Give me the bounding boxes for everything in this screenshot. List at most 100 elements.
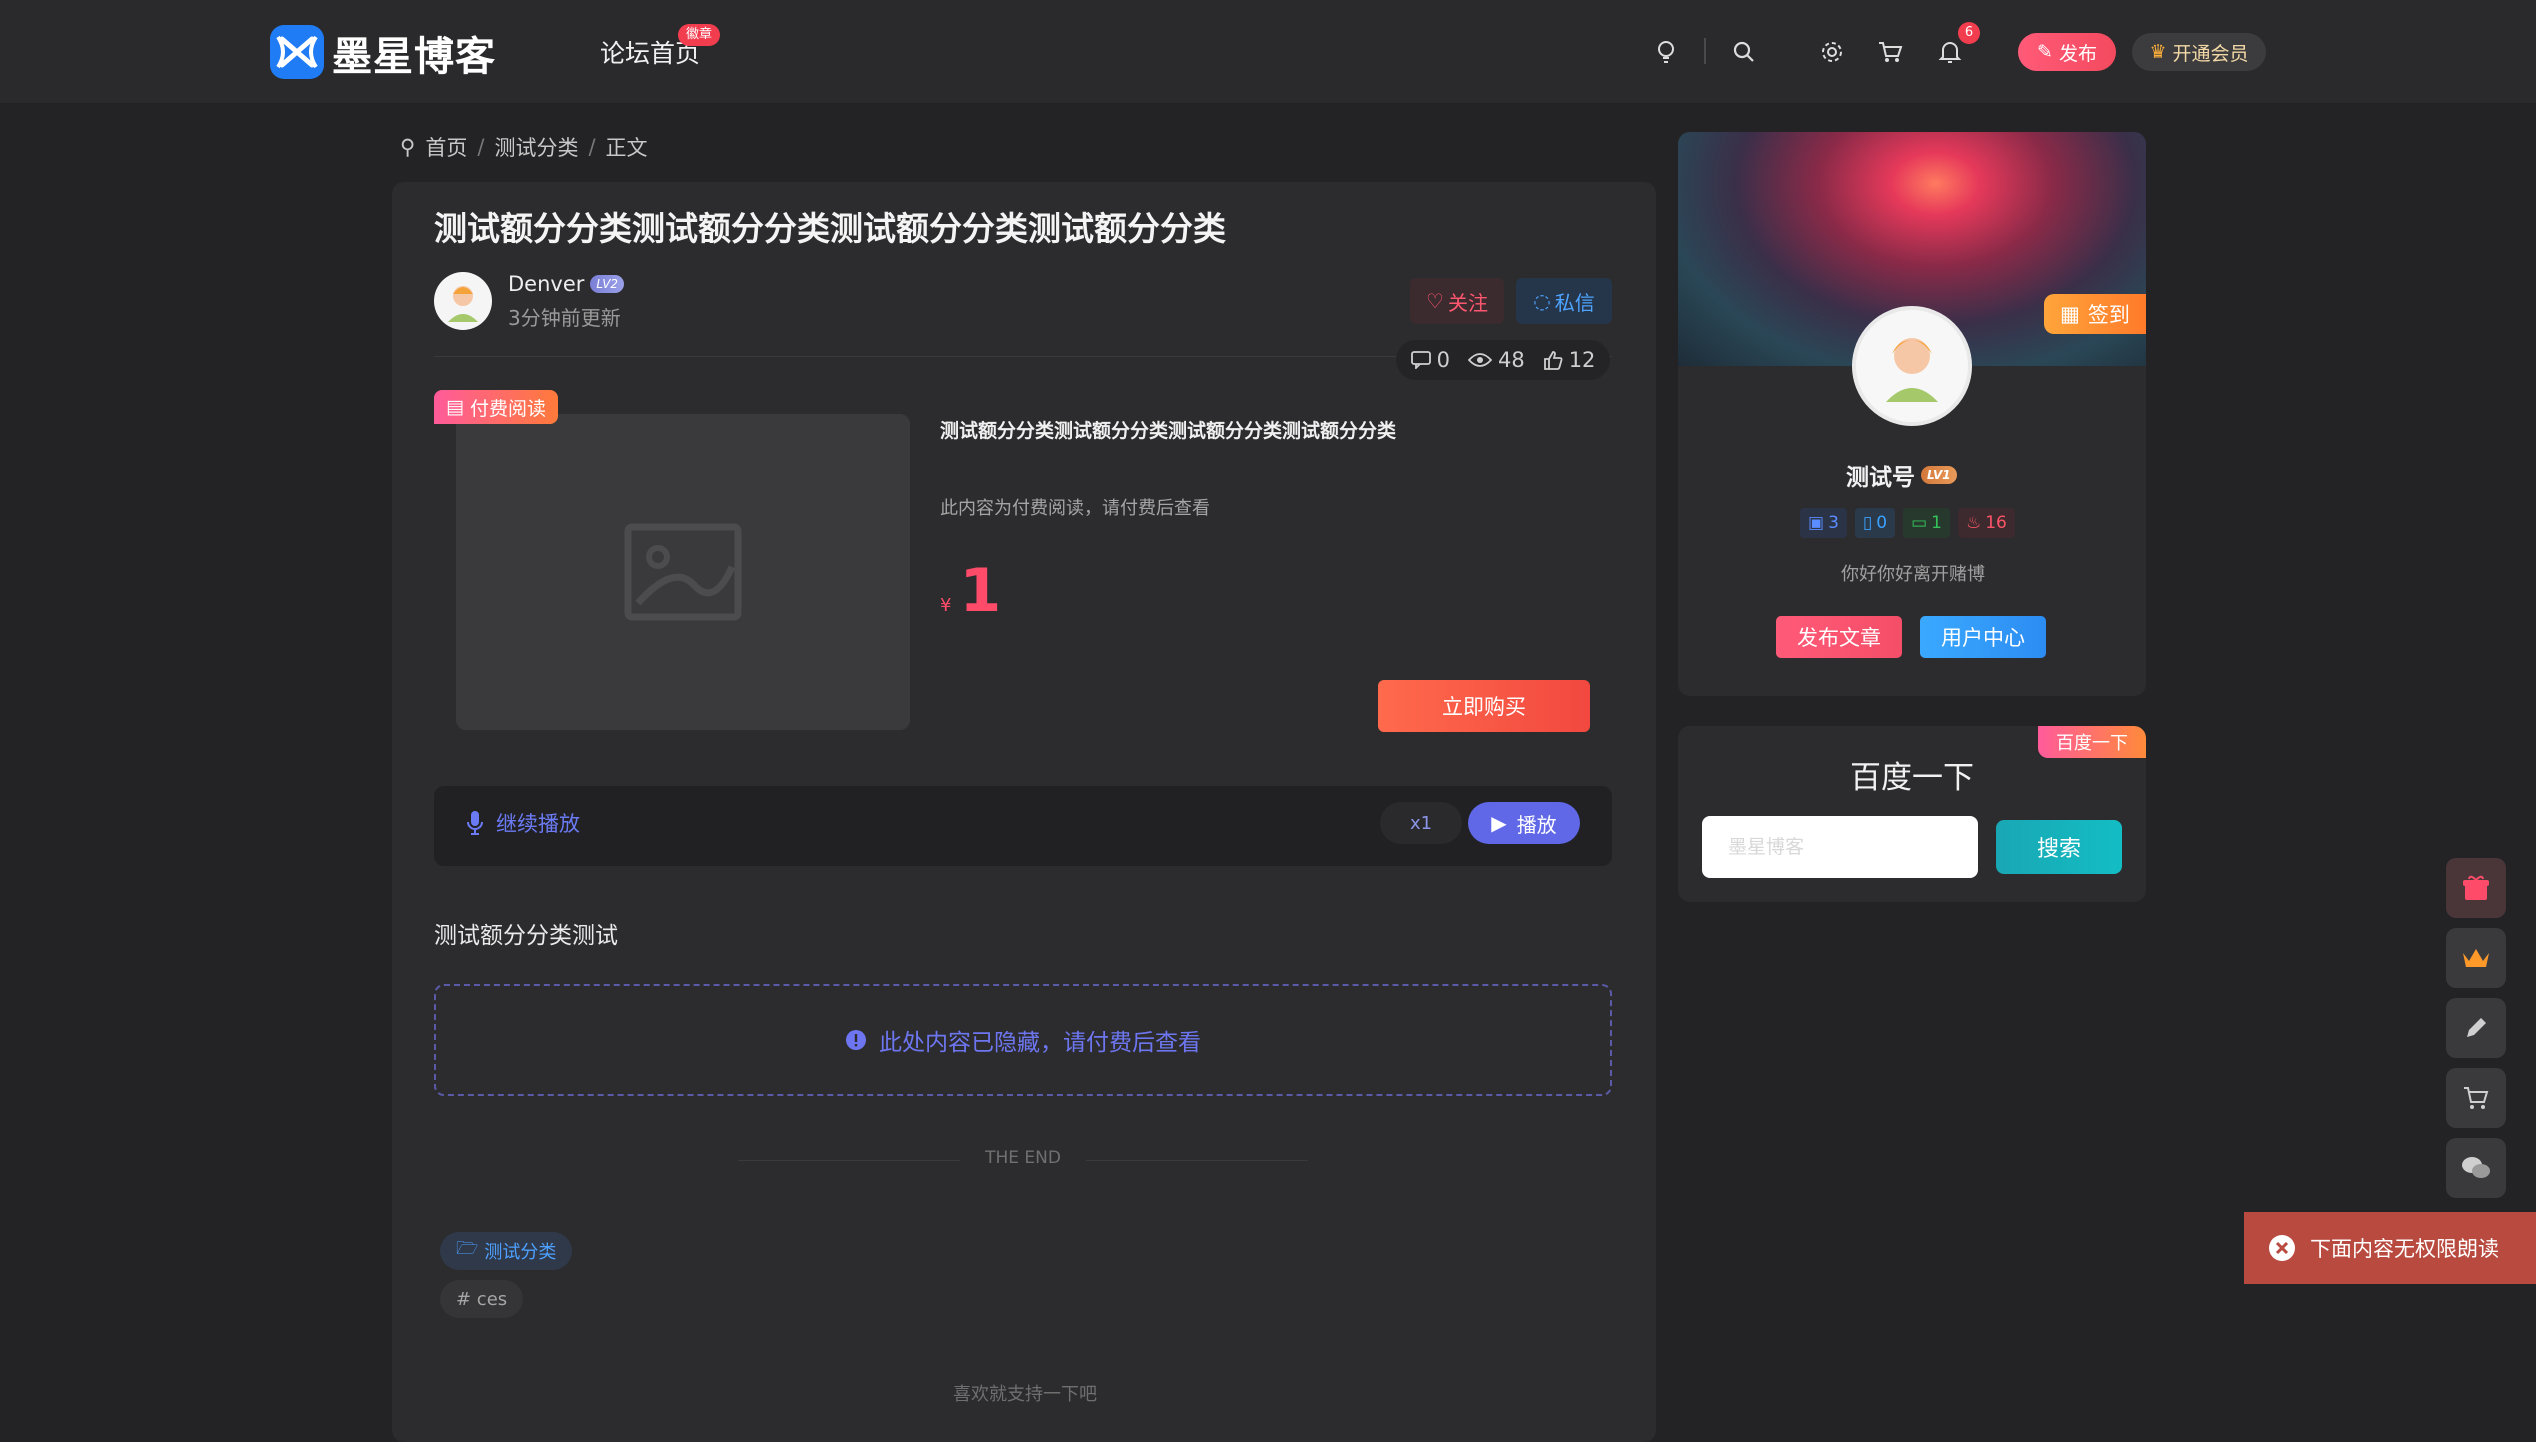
support-text: 喜欢就支持一下吧: [953, 1384, 1097, 1405]
author-name[interactable]: Denver LV2: [508, 272, 625, 296]
profile-level-badge: LV1: [1921, 466, 1957, 484]
eye-icon: [1467, 353, 1492, 367]
edit-float-button[interactable]: [2446, 998, 2506, 1058]
stat-posts: ▯ 0: [1854, 508, 1896, 538]
playback-speed[interactable]: x1: [1380, 802, 1462, 844]
breadcrumb-separator: /: [588, 135, 596, 159]
checkin-label: 签到: [2087, 303, 2130, 327]
cart-icon[interactable]: [1872, 34, 1908, 70]
profile-stats: ▣ 3 ▯ 0 ▭ 1 ♨ 16: [1800, 508, 2015, 538]
wechat-float-button[interactable]: [2446, 1138, 2506, 1198]
profile-motto: 你好你好离开赌博: [1841, 564, 1985, 585]
vip-label: 开通会员: [2172, 42, 2249, 65]
chat-icon: ◌: [1533, 289, 1551, 313]
end-label: THE END: [960, 1148, 1086, 1168]
breadcrumb-category[interactable]: 测试分类: [494, 132, 578, 162]
toast-text: 下面内容无权限朗读: [2310, 1237, 2499, 1261]
paid-read-label: 付费阅读: [469, 397, 546, 420]
document-icon: ▯: [1862, 513, 1873, 533]
pencil-icon: [2467, 1018, 2486, 1037]
paid-thumbnail: [456, 414, 910, 730]
breadcrumb-separator: /: [477, 135, 485, 159]
paid-title: 测试额分分类测试额分分类测试额分分类测试额分分类: [940, 420, 1397, 442]
search-icon[interactable]: [1726, 34, 1762, 70]
logo-icon[interactable]: [270, 25, 324, 79]
settings-icon[interactable]: [1814, 34, 1850, 70]
stat-posts-value: 0: [1876, 513, 1888, 533]
play-button[interactable]: ▶ 播放: [1468, 802, 1580, 844]
stat-hot: ♨ 16: [1957, 508, 2015, 538]
write-post-button[interactable]: 发布文章: [1776, 616, 1902, 658]
comment-icon: [1410, 351, 1431, 369]
nav-badge: 徽章: [678, 24, 721, 46]
paid-read-tag: ▤ 付费阅读: [434, 390, 558, 424]
like-count: 12: [1568, 348, 1596, 372]
wechat-icon: [2462, 1157, 2490, 1178]
location-icon: ⚲: [400, 135, 416, 159]
hidden-content-notice: 此处内容已隐藏，请付费后查看: [434, 984, 1612, 1096]
bulb-icon[interactable]: [1648, 34, 1684, 70]
breadcrumb-home[interactable]: 首页: [425, 132, 467, 162]
hash-tag[interactable]: # ces: [440, 1280, 524, 1318]
header-divider: [1704, 38, 1706, 64]
category-tag[interactable]: 🗁 测试分类: [440, 1232, 573, 1270]
stat-comments: ▣ 3: [1800, 508, 1847, 538]
play-icon: ▶: [1491, 811, 1507, 835]
post-updated-time: 3分钟前更新: [508, 306, 621, 330]
profile-avatar[interactable]: [1852, 306, 1972, 426]
play-label: 播放: [1516, 812, 1557, 837]
image-placeholder-icon: [624, 523, 742, 621]
pencil-icon: ✎: [2037, 41, 2053, 63]
cart-icon: [2464, 1087, 2489, 1109]
message-button[interactable]: ◌ 私信: [1516, 278, 1612, 324]
search-button[interactable]: 搜索: [1996, 820, 2122, 874]
stat-messages: ▭ 1: [1903, 508, 1950, 538]
follow-label: 关注: [1447, 290, 1488, 315]
continue-play-label: 继续播放: [496, 812, 580, 836]
gift-icon: [2463, 875, 2489, 900]
search-input[interactable]: [1702, 816, 1978, 878]
like-stat[interactable]: 12: [1543, 348, 1596, 372]
folder-icon: 🗁: [456, 1238, 479, 1259]
author-avatar[interactable]: [434, 272, 492, 330]
hidden-notice-text: 此处内容已隐藏，请付费后查看: [879, 1030, 1201, 1056]
publish-button[interactable]: ✎ 发布: [2018, 33, 2116, 71]
view-stat: 48: [1467, 348, 1525, 372]
breadcrumb-current: 正文: [605, 136, 648, 160]
calendar-icon: ▦: [2060, 302, 2080, 326]
publish-label: 发布: [2058, 42, 2097, 65]
comments-icon: ▣: [1808, 513, 1825, 533]
post-title: 测试额分分类测试额分分类测试额分分类测试额分分类: [434, 209, 1226, 248]
follow-button[interactable]: ♡ 关注: [1410, 278, 1504, 324]
notification-badge: 6: [1958, 22, 1980, 44]
price: ¥ 1: [940, 556, 1001, 626]
crown-icon: [2463, 949, 2489, 967]
author-name-text: Denver: [508, 272, 585, 296]
stat-hot-value: 16: [1985, 513, 2007, 533]
fire-icon: ♨: [1965, 513, 1982, 533]
profile-name[interactable]: 测试号 LV1: [1846, 458, 1957, 492]
permission-toast: 下面内容无权限朗读: [2244, 1212, 2536, 1284]
comment-stat[interactable]: 0: [1410, 348, 1450, 372]
close-circle-icon: [2269, 1235, 2295, 1261]
breadcrumb: ⚲ 首页 / 测试分类 / 正文: [400, 132, 648, 162]
continue-play[interactable]: 继续播放: [466, 808, 580, 838]
stat-messages-value: 1: [1931, 513, 1942, 533]
profile-name-text: 测试号: [1846, 465, 1915, 491]
gift-button[interactable]: [2446, 858, 2506, 918]
author-level-badge: LV2: [590, 275, 625, 293]
top-header: 墨星博客 论坛首页 徽章 6 ✎ 发布 ♛ 开通会员: [0, 0, 2536, 104]
user-center-button[interactable]: 用户中心: [1920, 616, 2046, 658]
heart-icon: ♡: [1426, 289, 1444, 313]
search-title: 百度一下: [1850, 760, 1974, 796]
cart-float-button[interactable]: [2446, 1068, 2506, 1128]
vip-button[interactable]: ♛ 开通会员: [2132, 33, 2266, 71]
price-currency: ¥: [940, 595, 952, 616]
book-icon: ▤: [446, 396, 464, 418]
checkin-button[interactable]: ▦ 签到: [2044, 294, 2146, 334]
vip-float-button[interactable]: [2446, 928, 2506, 988]
paid-description: 此内容为付费阅读，请付费后查看: [940, 498, 1210, 519]
thumb-up-icon: [1543, 351, 1563, 370]
buy-now-button[interactable]: 立即购买: [1378, 680, 1590, 732]
logo-text[interactable]: 墨星博客: [332, 24, 496, 82]
